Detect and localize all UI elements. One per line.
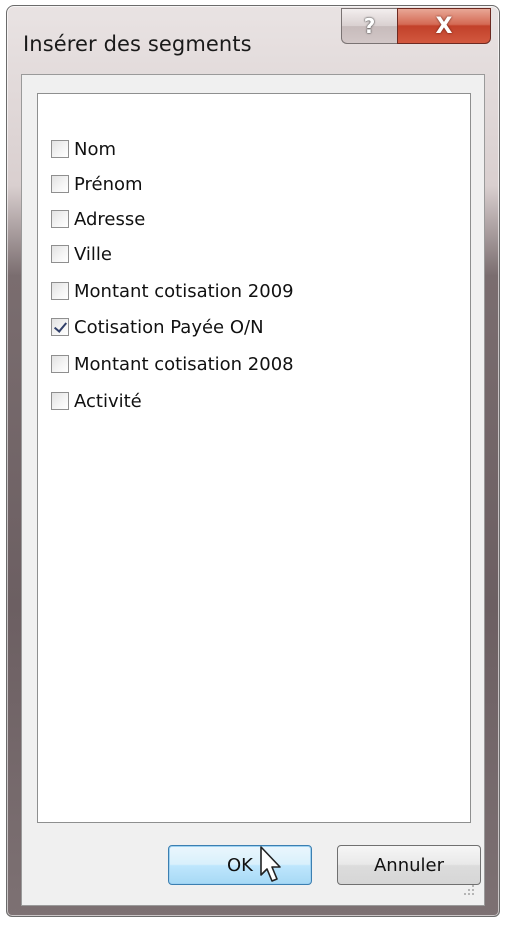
checkbox[interactable] <box>51 392 69 410</box>
title-bar[interactable]: Insérer des segments ? X <box>7 6 499 74</box>
cancel-button[interactable]: Annuler <box>337 845 481 885</box>
field-list: Nom Prénom Adresse Ville Montant cotisat… <box>37 93 471 823</box>
field-item-cotisation-payee[interactable]: Cotisation Payée O/N <box>51 313 264 341</box>
help-button[interactable]: ? <box>341 8 397 44</box>
help-icon: ? <box>363 14 376 38</box>
field-item-activite[interactable]: Activité <box>51 387 142 415</box>
checkbox[interactable] <box>51 210 69 228</box>
dialog-title: Insérer des segments <box>23 32 252 56</box>
checkbox-checked[interactable] <box>51 318 69 336</box>
field-label: Prénom <box>74 173 143 195</box>
resize-grip-icon[interactable] <box>464 885 474 895</box>
field-label: Nom <box>74 138 117 160</box>
field-item-montant-2009[interactable]: Montant cotisation 2009 <box>51 277 294 305</box>
ok-button[interactable]: OK <box>168 845 312 885</box>
dialog-content: Nom Prénom Adresse Ville Montant cotisat… <box>21 74 485 906</box>
field-label: Cotisation Payée O/N <box>74 316 264 338</box>
checkbox[interactable] <box>51 245 69 263</box>
field-label: Activité <box>74 390 142 412</box>
field-item-nom[interactable]: Nom <box>51 135 116 163</box>
field-label: Adresse <box>74 208 146 230</box>
field-item-ville[interactable]: Ville <box>51 240 112 268</box>
mouse-pointer-icon <box>260 846 281 882</box>
checkbox[interactable] <box>51 140 69 158</box>
checkbox[interactable] <box>51 355 69 373</box>
checkbox[interactable] <box>51 175 69 193</box>
close-icon: X <box>435 13 453 39</box>
insert-slicers-dialog: Insérer des segments ? X Nom Prénom Adre… <box>6 5 500 917</box>
checkbox[interactable] <box>51 282 69 300</box>
field-label: Montant cotisation 2008 <box>74 353 294 375</box>
field-item-montant-2008[interactable]: Montant cotisation 2008 <box>51 350 294 378</box>
field-label: Montant cotisation 2009 <box>74 280 294 302</box>
field-item-prenom[interactable]: Prénom <box>51 170 143 198</box>
close-button[interactable]: X <box>397 8 491 44</box>
field-item-adresse[interactable]: Adresse <box>51 205 145 233</box>
field-label: Ville <box>74 243 112 265</box>
caption-buttons: ? X <box>341 8 491 44</box>
